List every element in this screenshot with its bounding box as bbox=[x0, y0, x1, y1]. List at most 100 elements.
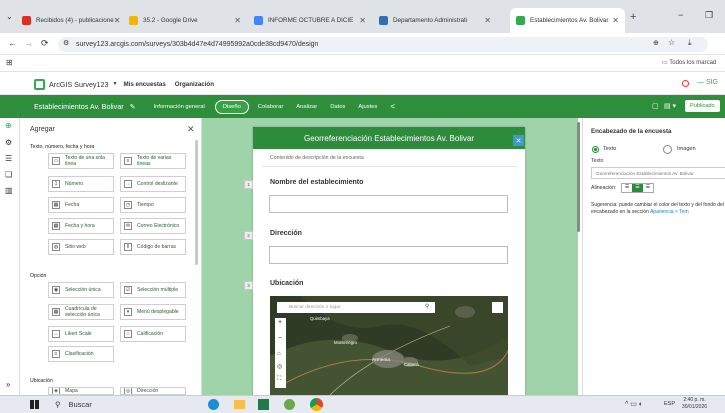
tile-cuadricula[interactable]: ▦ Cuadrícula de selección única bbox=[48, 304, 114, 320]
tab-establecimientos[interactable]: Establecimientos Av. Bolivar ✕ bbox=[510, 8, 625, 33]
reload-icon[interactable]: ⟳ bbox=[41, 38, 49, 49]
edit-title-icon[interactable]: ✎ bbox=[130, 103, 136, 111]
tile-menu-desplegable[interactable]: ▾ Menú desplegable bbox=[120, 304, 186, 320]
tab-colaborar[interactable]: Colaborar bbox=[258, 104, 283, 110]
qgis-icon[interactable] bbox=[284, 399, 295, 410]
tile-calificacion[interactable]: ☆ Calificación bbox=[120, 326, 186, 342]
taskbar-search[interactable]: ⚲ Buscar bbox=[50, 397, 190, 412]
windows-start-icon[interactable] bbox=[30, 400, 39, 409]
app-name[interactable]: ArcGIS Survey123 bbox=[49, 80, 109, 89]
zoom-in-button[interactable]: + bbox=[278, 319, 282, 326]
form-header[interactable]: Georreferenciación Establecimientos Av. … bbox=[253, 127, 525, 149]
tile-texto-linea[interactable]: ▭ Texto de una sola línea bbox=[48, 153, 114, 169]
close-icon[interactable]: ✕ bbox=[484, 16, 491, 25]
app-nav-dropdown-icon[interactable]: ▼ bbox=[113, 81, 118, 87]
zoom-icon[interactable]: ⊕ bbox=[653, 39, 659, 47]
close-icon[interactable]: ✕ bbox=[187, 124, 195, 135]
canvas-scrollbar[interactable] bbox=[577, 122, 580, 232]
bookmarks-folder[interactable]: ▭ Todos los marcad bbox=[662, 59, 716, 66]
align-center-button[interactable]: ☰ bbox=[632, 184, 643, 192]
radio-texto[interactable] bbox=[592, 146, 599, 153]
tab-analizar[interactable]: Analizar bbox=[296, 104, 317, 110]
tab-departamento[interactable]: Departamento Administrati ✕ bbox=[373, 8, 497, 33]
tab-datos[interactable]: Datos bbox=[330, 104, 345, 110]
tile-fecha-hora[interactable]: ▦ Fecha y hora bbox=[48, 218, 114, 234]
url-bar[interactable]: ⚙ survey123.arcgis.com/surveys/303b4d47e… bbox=[58, 37, 708, 52]
language-indicator[interactable]: ESP bbox=[664, 401, 675, 407]
home-icon[interactable]: ⌂ bbox=[277, 351, 281, 357]
align-left-button[interactable]: ☰ bbox=[622, 184, 632, 192]
maximize-icon[interactable]: ❐ bbox=[705, 10, 713, 21]
close-icon[interactable]: ✕ bbox=[234, 16, 241, 25]
locate-icon[interactable]: ◎ bbox=[277, 363, 282, 370]
search-icon[interactable]: ⚲ bbox=[425, 303, 429, 310]
tile-texto-varias[interactable]: ≡ Texto de varias líneas bbox=[120, 153, 186, 169]
close-icon[interactable]: ✕ bbox=[359, 16, 366, 25]
question-label[interactable]: Nombre del establecimiento bbox=[270, 179, 363, 186]
close-icon[interactable]: ✕ bbox=[114, 16, 121, 25]
site-info-icon[interactable]: ⚙ bbox=[63, 39, 69, 47]
add-icon[interactable]: ⊕ bbox=[5, 121, 12, 130]
tab-drive[interactable]: 35.2 - Google Drive ✕ bbox=[123, 8, 247, 33]
tab-ajustes[interactable]: Ajustes bbox=[358, 104, 377, 110]
new-tab-button[interactable]: + bbox=[630, 11, 636, 23]
question-label[interactable]: Ubicación bbox=[270, 280, 303, 287]
close-icon[interactable]: ✕ bbox=[612, 16, 619, 25]
bookmark-star-icon[interactable]: ☆ bbox=[668, 38, 675, 47]
close-header-icon[interactable]: ✕ bbox=[513, 135, 524, 146]
excel-icon[interactable] bbox=[258, 399, 269, 410]
question-label[interactable]: Dirección bbox=[270, 230, 302, 237]
list-icon[interactable]: ☰ bbox=[5, 154, 12, 163]
download-icon[interactable]: ⤓ bbox=[688, 38, 692, 48]
radio-imagen[interactable] bbox=[663, 145, 672, 154]
tile-likert[interactable]: ↔ Likert Scale bbox=[48, 326, 114, 342]
layers-icon[interactable]: ❏ bbox=[5, 170, 12, 179]
expand-icon[interactable]: » bbox=[6, 380, 10, 389]
basemap-icon[interactable] bbox=[492, 302, 503, 313]
book-icon[interactable]: ▥ bbox=[5, 186, 13, 195]
tile-codigo-barras[interactable]: ⦀ Código de barras bbox=[120, 239, 186, 255]
tile-fecha[interactable]: ▦ Fecha bbox=[48, 197, 114, 213]
user-icon[interactable]: — SIG bbox=[697, 79, 718, 86]
tile-sitio-web[interactable]: ◍ Sitio web bbox=[48, 239, 114, 255]
tile-seleccion-multiple[interactable]: ☑ Selección múltiple bbox=[120, 282, 186, 298]
map-search-input[interactable]: Buscar dirección o lugar ⚲ bbox=[277, 302, 435, 313]
tray-icons[interactable]: ^ ▭ ◐ bbox=[625, 400, 643, 408]
fullscreen-icon[interactable]: ⛶ bbox=[277, 376, 281, 383]
nav-organizacion[interactable]: Organización bbox=[175, 81, 214, 88]
back-icon[interactable]: ← bbox=[8, 38, 17, 48]
hint-link[interactable]: Apariencia > Tem bbox=[650, 209, 689, 215]
tab-gmail[interactable]: Recibidos (4) - publicacione ✕ bbox=[16, 8, 122, 33]
preview-icon[interactable]: ▢ bbox=[652, 102, 659, 110]
apps-icon[interactable]: ⊞ bbox=[6, 58, 13, 67]
publish-button[interactable]: Publicado bbox=[685, 100, 720, 112]
nombre-input[interactable] bbox=[269, 195, 508, 213]
tile-clasificacion[interactable]: ≡ Clasificación bbox=[48, 346, 114, 362]
tile-numero[interactable]: 1 Número bbox=[48, 176, 114, 192]
tab-search-icon[interactable]: ⌄ bbox=[6, 12, 13, 21]
form-description[interactable]: Contenido de descripción de la encuesta bbox=[270, 155, 364, 161]
edge-icon[interactable] bbox=[208, 399, 219, 410]
file-explorer-icon[interactable] bbox=[234, 400, 245, 409]
zoom-out-button[interactable]: − bbox=[278, 335, 282, 342]
tab-informacion-general[interactable]: Información general bbox=[154, 104, 205, 110]
chrome-icon[interactable] bbox=[310, 398, 323, 411]
tab-diseno[interactable]: Diseño bbox=[214, 99, 249, 114]
tile-mapa[interactable]: ◈ Mapa bbox=[48, 387, 114, 395]
notification-icon[interactable] bbox=[682, 80, 689, 87]
align-right-button[interactable]: ☰ bbox=[643, 184, 653, 192]
clock[interactable]: 2:40 p. m. 30/01/2026 bbox=[682, 397, 707, 411]
minimize-icon[interactable]: − bbox=[678, 10, 683, 20]
tile-seleccion-unica[interactable]: ◉ Selección única bbox=[48, 282, 114, 298]
share-icon[interactable]: < bbox=[390, 102, 395, 111]
tile-tiempo[interactable]: ◷ Tiempo bbox=[120, 197, 186, 213]
map-widget[interactable]: Buscar dirección o lugar ⚲ + − ⌂ ◎ ⛶ Mon… bbox=[270, 296, 508, 395]
forward-icon[interactable]: → bbox=[24, 38, 33, 48]
settings-icon[interactable]: ⚙ bbox=[5, 138, 12, 147]
tile-control-deslizante[interactable]: → Control deslizante bbox=[120, 176, 186, 192]
direccion-input[interactable] bbox=[269, 246, 508, 264]
scrollbar[interactable] bbox=[195, 140, 198, 265]
header-text-input[interactable]: Georreferenciación Establecimientos Av. … bbox=[591, 167, 725, 179]
tile-correo[interactable]: ✉ Correo Electrónico bbox=[120, 218, 186, 234]
tile-direccion[interactable]: ◎ Dirección bbox=[120, 387, 186, 395]
